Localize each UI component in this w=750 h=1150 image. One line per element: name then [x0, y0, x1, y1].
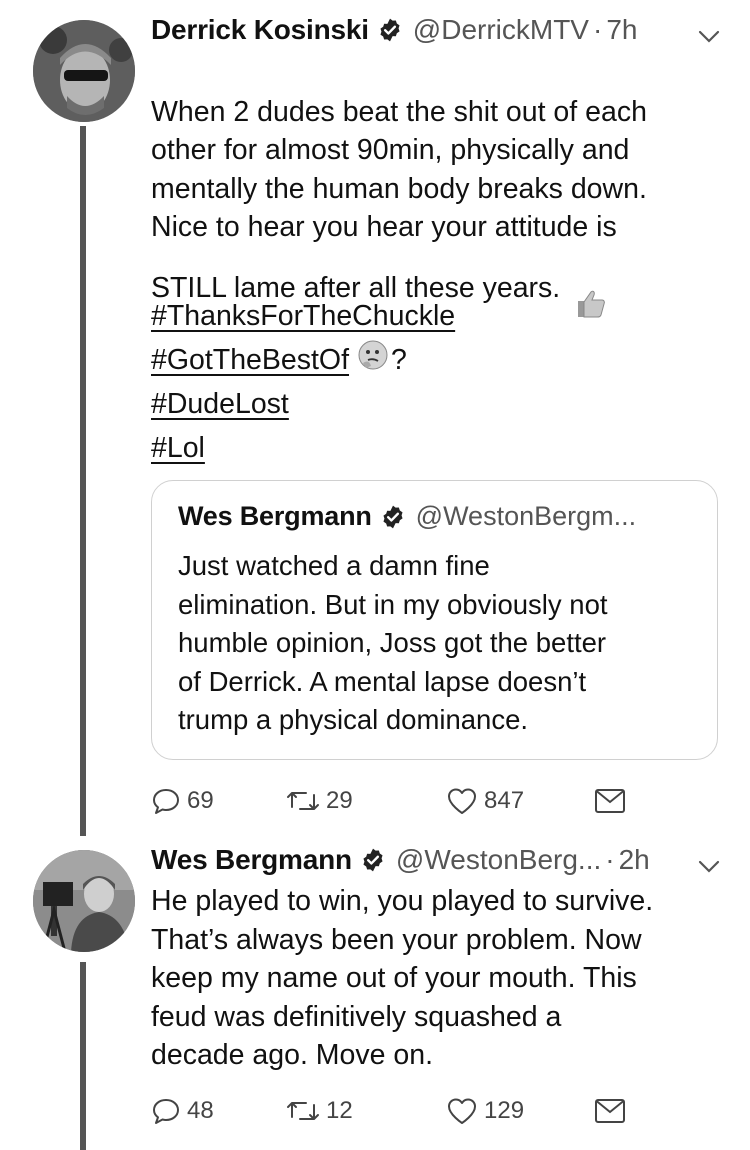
- hashtag-list: #ThanksForTheChuckle #GotTheBestOf ? #Du…: [151, 294, 455, 470]
- tweet-1-actions: 69 29 847: [151, 786, 626, 816]
- reply-count: 48: [187, 1097, 214, 1124]
- reply-icon: [153, 1099, 179, 1124]
- message-icon: [595, 789, 625, 813]
- like-button[interactable]: 847: [446, 786, 594, 816]
- chevron-down-icon[interactable]: [696, 854, 722, 880]
- quoted-tweet-header: Wes Bergmann @WestonBergm...: [178, 501, 636, 532]
- verified-badge-icon: [380, 504, 406, 530]
- hashtag-link[interactable]: #Lol: [151, 426, 455, 470]
- verified-badge-icon: [360, 847, 386, 873]
- author-handle[interactable]: @DerrickMTV: [413, 14, 589, 46]
- tweet-2-text: He played to win, you played to survive.…: [151, 885, 654, 1071]
- retweet-button[interactable]: 29: [286, 786, 446, 816]
- like-icon: [448, 788, 476, 814]
- like-count: 129: [484, 1097, 525, 1124]
- reply-button[interactable]: 69: [151, 786, 286, 816]
- retweet-button[interactable]: 12: [286, 1096, 446, 1126]
- thumbs-up-emoji: [572, 247, 608, 332]
- timestamp[interactable]: 2h: [619, 844, 650, 876]
- hashtag-link[interactable]: #ThanksForTheChuckle: [151, 294, 455, 338]
- author-name[interactable]: Derrick Kosinski: [151, 14, 369, 46]
- message-button[interactable]: [594, 787, 626, 815]
- reply-icon: [153, 789, 179, 814]
- thread-line-2: [80, 962, 86, 1150]
- verified-badge-icon: [377, 17, 403, 43]
- like-count: 847: [484, 787, 525, 814]
- message-button[interactable]: [594, 1097, 626, 1125]
- retweet-count: 29: [326, 787, 353, 814]
- thread-line-1: [80, 126, 86, 836]
- author-name[interactable]: Wes Bergmann: [151, 844, 352, 876]
- tweet-2-actions: 48 12 129: [151, 1096, 626, 1126]
- hashtag-link[interactable]: #GotTheBestOf: [151, 344, 349, 376]
- separator-dot: ·: [605, 844, 615, 875]
- reply-button[interactable]: 48: [151, 1096, 286, 1126]
- quoted-tweet-text: Just watched a damn fine elimination. Bu…: [178, 550, 608, 735]
- retweet-icon: [287, 792, 319, 810]
- tweet-1-header: Derrick Kosinski @DerrickMTV · 7h: [151, 14, 637, 46]
- retweet-count: 12: [326, 1097, 353, 1124]
- reply-count: 69: [187, 787, 214, 814]
- avatar-wes[interactable]: [33, 850, 135, 952]
- quoted-author-name: Wes Bergmann: [178, 501, 372, 531]
- thinking-face-emoji: [357, 339, 389, 384]
- like-button[interactable]: 129: [446, 1096, 594, 1126]
- separator-dot: ·: [593, 14, 603, 45]
- like-icon: [448, 1098, 476, 1124]
- retweet-icon: [287, 1102, 319, 1120]
- avatar-derrick[interactable]: [33, 20, 135, 122]
- author-handle[interactable]: @WestonBerg...: [396, 844, 601, 876]
- chevron-down-icon[interactable]: [696, 24, 722, 50]
- quoted-author-handle: @WestonBergm...: [415, 501, 637, 531]
- hashtag-link[interactable]: #DudeLost: [151, 382, 455, 426]
- message-icon: [595, 1099, 625, 1123]
- tweet-1-text: When 2 dudes beat the shit out of each o…: [151, 54, 647, 332]
- tweet-2-header: Wes Bergmann @WestonBerg... · 2h: [151, 844, 650, 876]
- timestamp[interactable]: 7h: [606, 14, 637, 46]
- hashtag-suffix: ?: [391, 344, 407, 376]
- quoted-tweet-card[interactable]: Wes Bergmann @WestonBergm... Just watche…: [151, 480, 718, 760]
